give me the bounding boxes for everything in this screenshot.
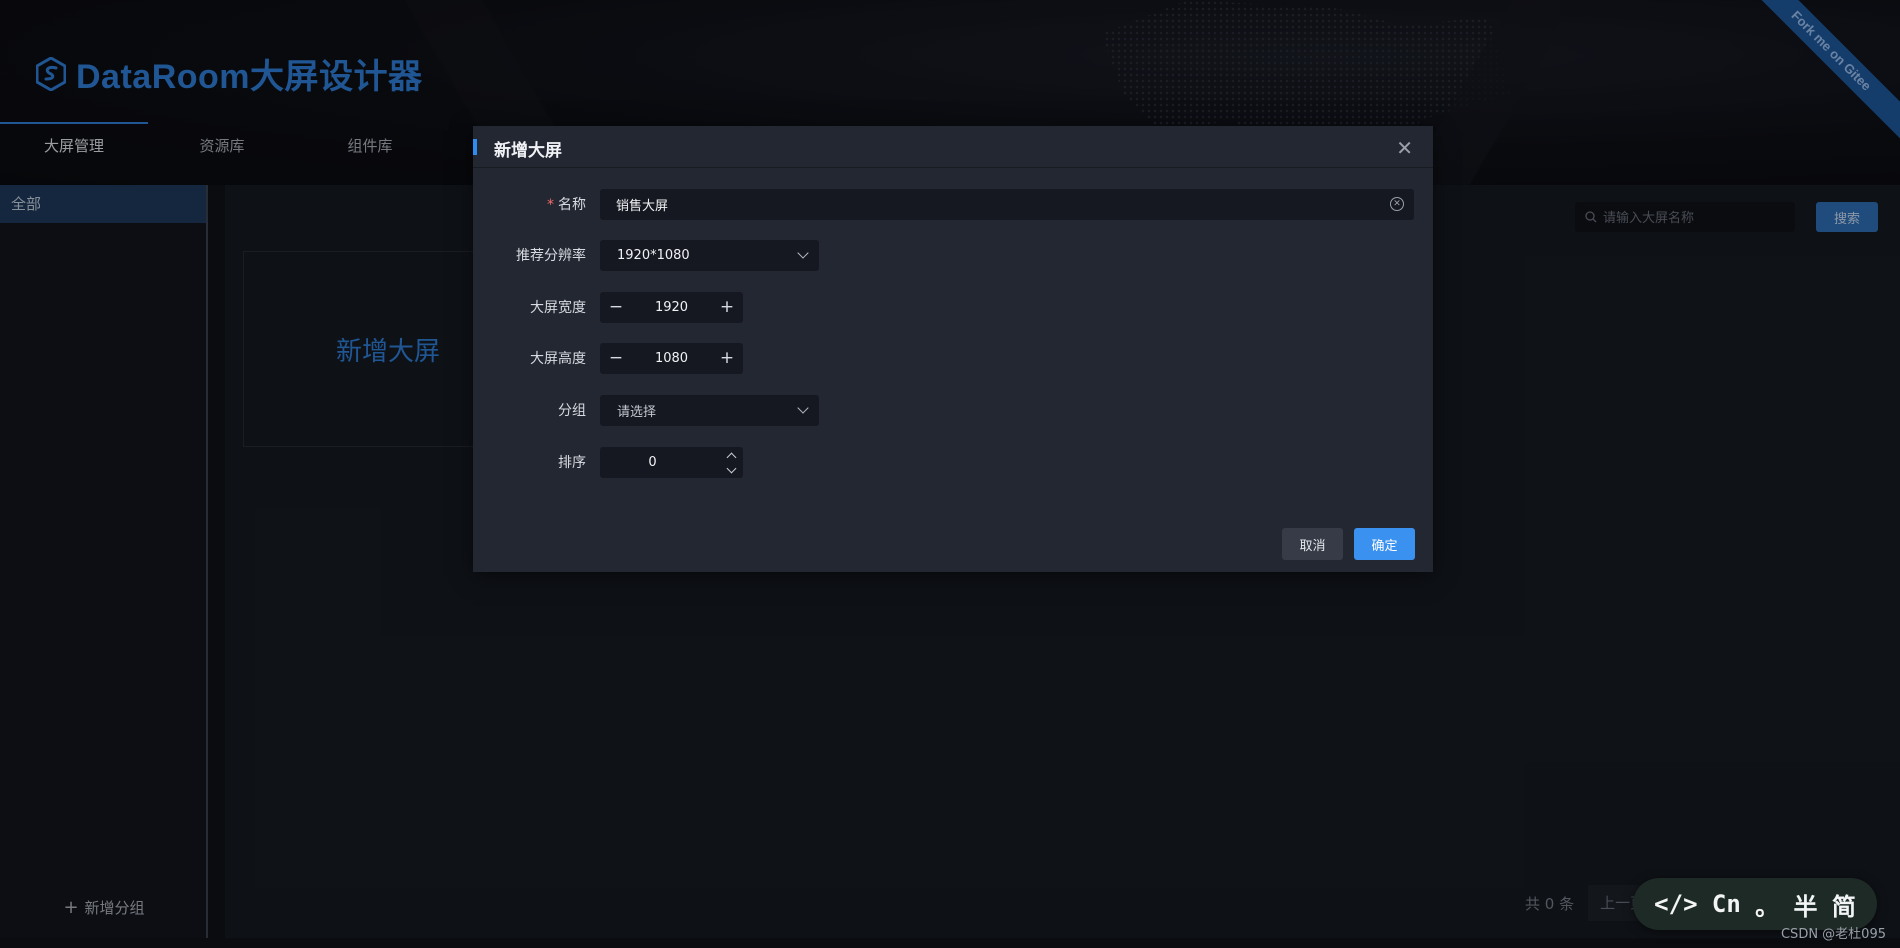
required-mark: * — [547, 197, 554, 213]
resolution-select-value: 1920*1080 — [617, 247, 690, 263]
plus-icon[interactable]: + — [711, 297, 743, 317]
minus-icon[interactable]: − — [600, 297, 632, 317]
clear-icon[interactable]: ✕ — [1390, 197, 1404, 211]
group-select[interactable]: 请选择 — [600, 394, 819, 426]
order-arrows — [726, 450, 737, 473]
form-row-group: 分组 请选择 — [473, 394, 819, 426]
height-stepper: − 1080 + — [600, 342, 743, 374]
dialog-footer: 取消 确定 — [1282, 528, 1415, 560]
arrow-down-icon[interactable] — [726, 463, 737, 473]
watermark: CSDN @老杜095 — [1780, 927, 1886, 942]
order-value: 0 — [648, 454, 657, 470]
resolution-label: 推荐分辨率 — [516, 248, 586, 264]
name-label: * 名称 — [547, 197, 586, 213]
form-row-height: 大屏高度 − 1080 + — [473, 342, 743, 374]
dialog-header: 新增大屏 ✕ — [473, 126, 1433, 168]
width-stepper: − 1920 + — [600, 291, 743, 323]
code-icon[interactable]: </> — [1654, 890, 1697, 918]
group-label: 分组 — [558, 403, 586, 419]
punctuation-toggle[interactable]: 。 — [1755, 887, 1779, 922]
name-input[interactable]: 销售大屏 ✕ — [600, 188, 1414, 220]
width-label: 大屏宽度 — [530, 300, 586, 316]
title-accent-bar — [473, 139, 477, 155]
cancel-button[interactable]: 取消 — [1282, 528, 1343, 560]
width-toggle[interactable]: 半 — [1793, 887, 1817, 922]
order-label: 排序 — [558, 455, 586, 471]
confirm-button[interactable]: 确定 — [1354, 528, 1415, 560]
order-input[interactable]: 0 — [600, 446, 743, 478]
form-row-order: 排序 0 — [473, 446, 743, 478]
resolution-select[interactable]: 1920*1080 — [600, 239, 819, 271]
language-toggle[interactable]: Cn — [1712, 890, 1741, 918]
dialog-title: 新增大屏 — [494, 141, 562, 161]
form-row-resolution: 推荐分辨率 1920*1080 — [473, 239, 819, 271]
width-value[interactable]: 1920 — [655, 300, 688, 315]
chevron-down-icon — [797, 247, 809, 259]
close-icon[interactable]: ✕ — [1396, 136, 1413, 160]
simplified-toggle[interactable]: 简 — [1832, 887, 1856, 922]
arrow-up-icon[interactable] — [726, 452, 737, 462]
minus-icon[interactable]: − — [600, 348, 632, 368]
height-value[interactable]: 1080 — [655, 351, 688, 366]
plus-icon[interactable]: + — [711, 348, 743, 368]
group-select-placeholder: 请选择 — [617, 404, 657, 420]
chevron-down-icon — [797, 402, 809, 414]
new-screen-dialog: 新增大屏 ✕ * 名称 销售大屏 ✕ 推荐分辨率 1920*1080 大屏宽度 −… — [473, 126, 1433, 572]
name-input-value: 销售大屏 — [616, 198, 669, 214]
height-label: 大屏高度 — [530, 351, 586, 367]
form-row-width: 大屏宽度 − 1920 + — [473, 291, 743, 323]
form-row-name: * 名称 销售大屏 ✕ — [473, 188, 1414, 220]
